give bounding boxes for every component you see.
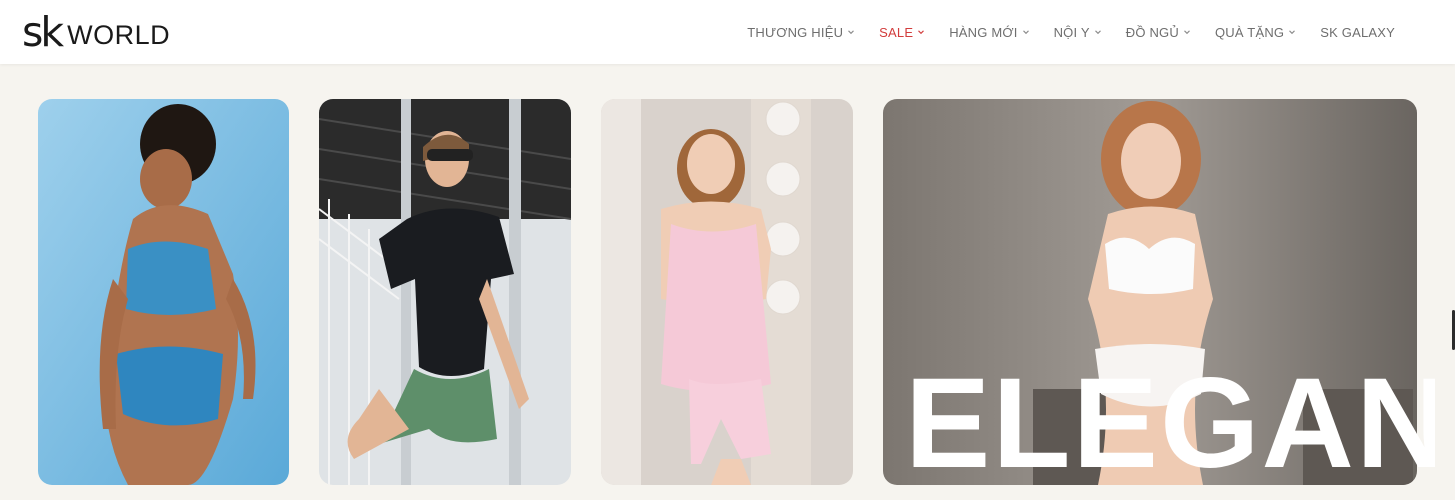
chevron-down-icon — [847, 28, 855, 36]
nav-item-sk-galaxy[interactable]: SK GALAXY — [1308, 25, 1407, 40]
chevron-down-icon — [1183, 28, 1191, 36]
banner-sleepwear[interactable] — [601, 99, 853, 485]
chevron-down-icon — [1288, 28, 1296, 36]
banner-swimwear[interactable] — [38, 99, 289, 485]
main-nav: THƯƠNG HIỆU SALE HÀNG MỚI NỘI Y ĐỒ NGỦ Q… — [735, 0, 1407, 64]
nav-item-label: SK GALAXY — [1320, 24, 1395, 40]
chevron-down-icon — [1094, 28, 1102, 36]
site-header: sk WORLD THƯƠNG HIỆU SALE HÀNG MỚI NỘI Y… — [0, 0, 1455, 64]
nav-item-label: QUÀ TẶNG — [1214, 24, 1285, 40]
nav-item-sale[interactable]: SALE — [867, 25, 937, 40]
chevron-down-icon — [1022, 28, 1030, 36]
banner-swimwear-image — [38, 99, 289, 485]
banner-sleepwear-image — [601, 99, 853, 485]
nav-item-do-ngu[interactable]: ĐỒ NGỦ — [1114, 25, 1203, 40]
nav-item-label: SALE — [879, 24, 914, 40]
brand-logo[interactable]: sk WORLD — [22, 7, 170, 57]
hero-overlay-text: ELEGANT — [905, 360, 1435, 488]
nav-item-label: NỘI Y — [1053, 24, 1090, 40]
banner-sportswear[interactable] — [319, 99, 571, 485]
nav-item-noi-y[interactable]: NỘI Y — [1042, 25, 1114, 40]
brand-mark: sk — [22, 7, 64, 56]
banner-sportswear-image — [319, 99, 571, 485]
brand-wordmark: WORLD — [67, 19, 171, 50]
nav-item-thuong-hieu[interactable]: THƯƠNG HIỆU — [735, 25, 867, 40]
nav-item-label: HÀNG MỚI — [949, 24, 1018, 40]
nav-item-qua-tang[interactable]: QUÀ TẶNG — [1203, 25, 1308, 40]
nav-item-hang-moi[interactable]: HÀNG MỚI — [937, 25, 1041, 40]
nav-item-label: THƯƠNG HIỆU — [747, 24, 844, 40]
chevron-down-icon — [917, 28, 925, 36]
nav-item-label: ĐỒ NGỦ — [1125, 24, 1179, 40]
